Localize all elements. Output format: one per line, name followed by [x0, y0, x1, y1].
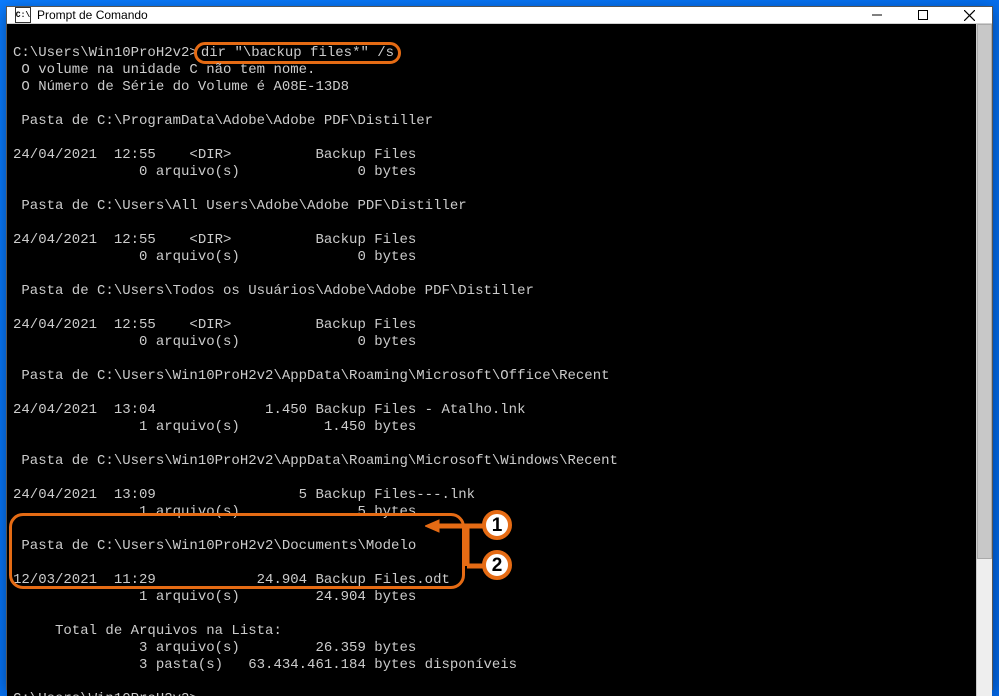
output-line: 24/04/2021 12:55 <DIR> Backup Files — [13, 147, 970, 164]
annotation-badge-2: 2 — [482, 550, 512, 580]
blank — [13, 674, 970, 691]
scrollbar[interactable] — [976, 24, 992, 696]
blank — [13, 96, 970, 113]
blank — [13, 266, 970, 283]
blank — [13, 436, 970, 453]
blank — [13, 385, 970, 402]
scrollbar-thumb[interactable] — [977, 24, 992, 559]
output-line: Pasta de C:\Users\All Users\Adobe\Adobe … — [13, 198, 970, 215]
output-line: 0 arquivo(s) 0 bytes — [13, 334, 970, 351]
output-line: 24/04/2021 12:55 <DIR> Backup Files — [13, 317, 970, 334]
command-highlight: dir "\backup files*" /s — [194, 42, 401, 64]
output-line: 0 arquivo(s) 0 bytes — [13, 249, 970, 266]
output-line: Pasta de C:\Users\Todos os Usuários\Adob… — [13, 283, 970, 300]
terminal-area: C:\Users\Win10ProH2v2>dir "\backup files… — [7, 24, 992, 696]
output-line: 24/04/2021 13:09 5 Backup Files---.lnk — [13, 487, 970, 504]
output-line: Pasta de C:\Users\Win10ProH2v2\AppData\R… — [13, 453, 970, 470]
output-line: 24/04/2021 13:04 1.450 Backup Files - At… — [13, 402, 970, 419]
blank — [13, 215, 970, 232]
app-icon: C:\ — [15, 7, 31, 23]
minimize-button[interactable] — [854, 7, 900, 23]
output-line: 24/04/2021 12:55 <DIR> Backup Files — [13, 232, 970, 249]
output-line: 3 pasta(s) 63.434.461.184 bytes disponív… — [13, 657, 970, 674]
titlebar[interactable]: C:\ Prompt de Comando — [7, 7, 992, 24]
maximize-button[interactable] — [900, 7, 946, 23]
close-button[interactable] — [946, 7, 992, 23]
prompt-line: C:\Users\Win10ProH2v2>_ — [13, 691, 970, 696]
output-line: 1 arquivo(s) 24.904 bytes — [13, 589, 970, 606]
window-controls — [854, 7, 992, 23]
blank — [13, 351, 970, 368]
cmd-window: C:\ Prompt de Comando C:\Users\Win10ProH… — [6, 6, 993, 690]
output-line: O Número de Série do Volume é A08E-13D8 — [13, 79, 970, 96]
terminal-output[interactable]: C:\Users\Win10ProH2v2>dir "\backup files… — [7, 24, 976, 696]
prompt-path: C:\Users\Win10ProH2v2> — [13, 45, 198, 61]
blank — [13, 130, 970, 147]
output-line: 0 arquivo(s) 0 bytes — [13, 164, 970, 181]
output-line: O volume na unidade C não tem nome. — [13, 62, 970, 79]
output-line: Pasta de C:\ProgramData\Adobe\Adobe PDF\… — [13, 113, 970, 130]
output-line: Pasta de C:\Users\Win10ProH2v2\AppData\R… — [13, 368, 970, 385]
blank — [13, 606, 970, 623]
blank — [13, 470, 970, 487]
output-line: Total de Arquivos na Lista: — [13, 623, 970, 640]
blank — [13, 300, 970, 317]
annotation-badge-1: 1 — [482, 510, 512, 540]
output-line: 1 arquivo(s) 1.450 bytes — [13, 419, 970, 436]
blank — [13, 181, 970, 198]
window-title: Prompt de Comando — [37, 8, 854, 22]
output-line: 3 arquivo(s) 26.359 bytes — [13, 640, 970, 657]
line-prompt: C:\Users\Win10ProH2v2>dir "\backup files… — [13, 28, 970, 62]
